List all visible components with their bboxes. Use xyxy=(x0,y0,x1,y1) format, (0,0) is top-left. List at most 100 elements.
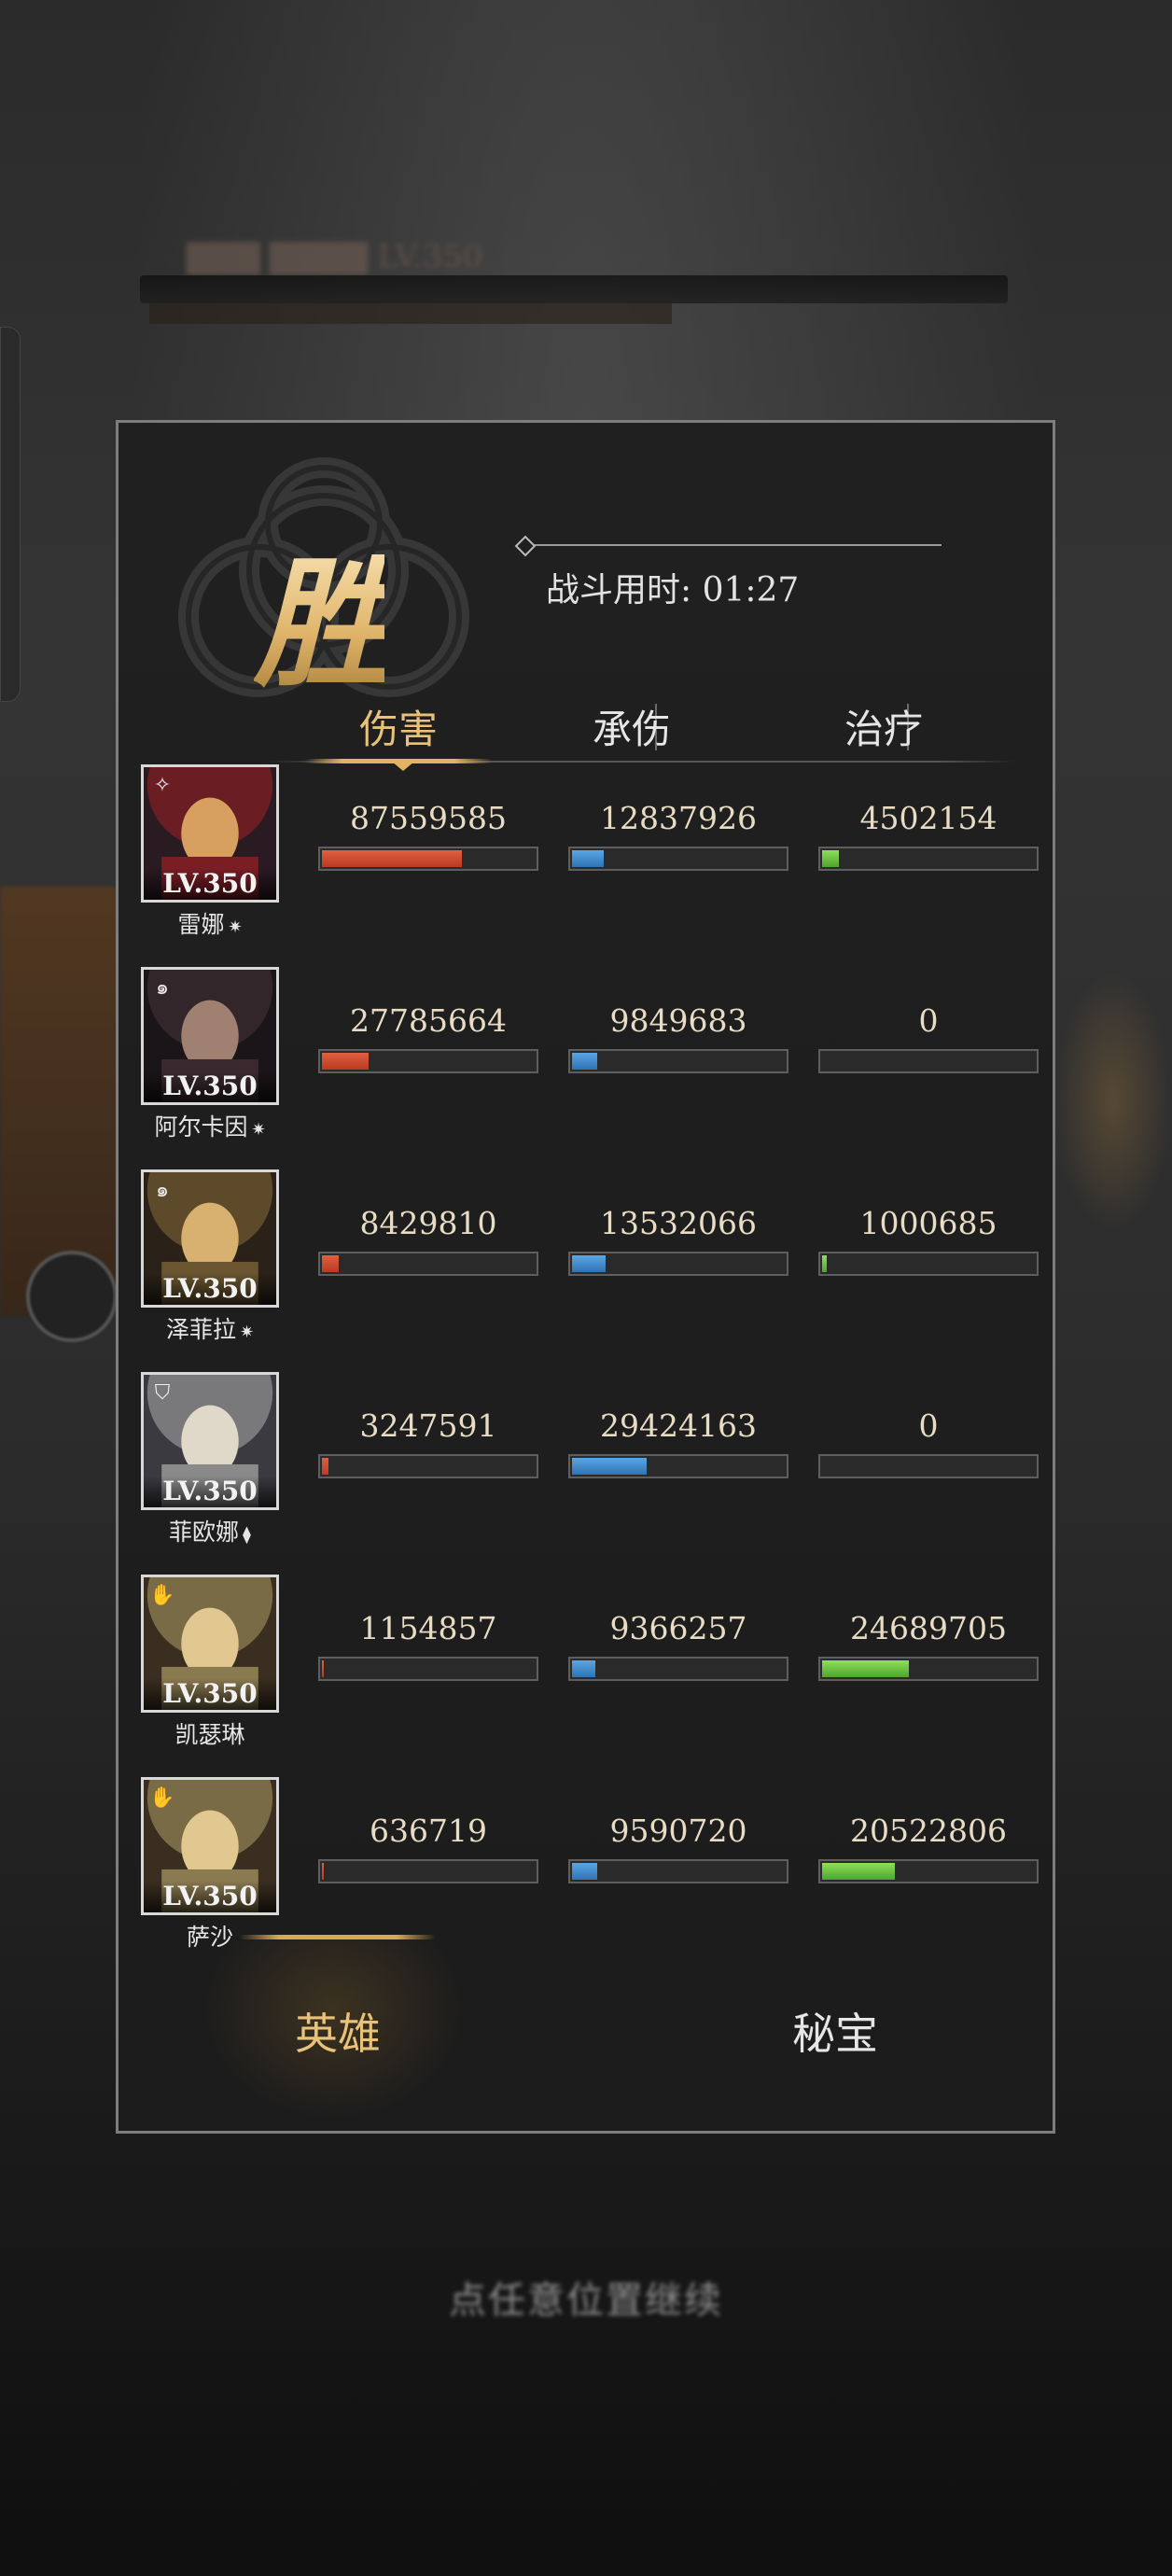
stat-bar-fill xyxy=(322,1863,325,1880)
stat-value: 0 xyxy=(918,1002,939,1039)
hero-name: 泽菲拉 ✷ xyxy=(132,1311,288,1345)
hero-name: 凯瑟琳 xyxy=(132,1716,288,1750)
stat-bar-fill xyxy=(322,1458,328,1475)
star-icon: ✷ xyxy=(228,917,243,937)
stat-bar xyxy=(568,1859,788,1883)
stat-bar xyxy=(818,1859,1039,1883)
stat-damage: 636719 xyxy=(318,1813,538,1883)
hero-name: 雷娜 ✷ xyxy=(132,906,288,940)
stat-bar-fill xyxy=(822,1255,827,1272)
swirl-icon: ๑ xyxy=(156,976,169,1000)
hero-name-text: 泽菲拉 xyxy=(165,1316,236,1343)
stat-bar-fill xyxy=(572,1660,596,1677)
hero-portrait[interactable]: ⛉ LV.350 xyxy=(141,1372,279,1510)
battle-time: 战斗用时: 01:27 xyxy=(546,571,800,609)
hero-portrait[interactable]: ✋ LV.350 xyxy=(141,1575,279,1713)
hero-portrait[interactable]: ๑ LV.350 xyxy=(141,1169,279,1308)
hero-row: ๑ LV.350 阿尔卡因 ✷ 27785664 9849683 0 xyxy=(141,967,1039,1163)
hero-level: LV.350 xyxy=(144,1678,276,1710)
stat-bar-fill xyxy=(322,1660,325,1677)
stat-damage-taken: 9366257 xyxy=(568,1610,788,1681)
stat-damage: 87559585 xyxy=(318,800,538,871)
stat-value: 8429810 xyxy=(359,1205,497,1241)
hero-name-text: 雷娜 xyxy=(177,911,225,938)
stat-value: 9366257 xyxy=(609,1610,747,1646)
stat-tabs: 伤害 承伤 治疗 xyxy=(268,698,1014,771)
stat-value: 29424163 xyxy=(600,1407,757,1444)
stat-value: 0 xyxy=(918,1407,939,1444)
hero-level: LV.350 xyxy=(144,1273,276,1305)
tab-damage[interactable]: 伤害 xyxy=(291,698,506,755)
hero-level: LV.350 xyxy=(144,868,276,900)
stat-damage-taken: 9849683 xyxy=(568,1002,788,1073)
stat-damage: 27785664 xyxy=(318,1002,538,1073)
tab-treasures[interactable]: 秘宝 xyxy=(714,2000,956,2062)
stat-bar xyxy=(568,1657,788,1681)
stat-bar xyxy=(818,1049,1039,1073)
stat-value: 87559585 xyxy=(350,800,507,836)
background-glow xyxy=(1054,971,1172,1232)
stat-healing: 1000685 xyxy=(818,1205,1039,1276)
stat-value: 24689705 xyxy=(850,1610,1007,1646)
stat-value: 1000685 xyxy=(859,1205,998,1241)
hero-name-text: 菲欧娜 xyxy=(169,1519,240,1546)
background-boss-bar-fill xyxy=(149,303,672,324)
stat-bar xyxy=(568,1049,788,1073)
star-icon: ✷ xyxy=(251,1120,266,1140)
tab-damage-taken[interactable]: 承伤 xyxy=(524,698,739,755)
stat-bar xyxy=(318,1454,538,1478)
stat-value: 4502154 xyxy=(859,800,998,836)
hero-name: 菲欧娜 ⧫ xyxy=(132,1514,288,1547)
hero-name: 阿尔卡因 ✷ xyxy=(132,1109,288,1142)
stat-damage: 1154857 xyxy=(318,1610,538,1681)
battle-result-panel: 胜 战斗用时: 01:27 伤害 承伤 治疗 ✧ LV.350 雷娜 ✷ 8755958… xyxy=(116,420,1055,2134)
hero-portrait[interactable]: ๑ LV.350 xyxy=(141,967,279,1105)
stat-bar-fill xyxy=(322,1255,340,1272)
stat-damage-taken: 12837926 xyxy=(568,800,788,871)
stat-bar xyxy=(568,847,788,871)
hand-icon: ✋ xyxy=(149,1584,175,1607)
tab-healing[interactable]: 治疗 xyxy=(776,698,991,755)
hero-row: ๑ LV.350 泽菲拉 ✷ 8429810 13532066 1000685 xyxy=(141,1169,1039,1365)
stat-damage-taken: 29424163 xyxy=(568,1407,788,1478)
background-blurred-text: ▇▇▇ ▇▇▇▇ LV.350 xyxy=(187,238,483,275)
stat-value: 12837926 xyxy=(600,800,757,836)
stat-damage-taken: 13532066 xyxy=(568,1205,788,1276)
hero-row: ✋ LV.350 凯瑟琳 1154857 9366257 24689705 xyxy=(141,1575,1039,1771)
stat-bar xyxy=(568,1252,788,1276)
stat-bar-fill xyxy=(572,1863,598,1880)
stat-bar-fill xyxy=(322,850,463,867)
shield-icon: ⛉ xyxy=(154,1381,171,1405)
stat-bar xyxy=(318,1657,538,1681)
star-icon: ⧫ xyxy=(243,1525,251,1545)
background-stats-icon xyxy=(26,1251,118,1342)
hero-level: LV.350 xyxy=(144,1071,276,1102)
stat-bar xyxy=(818,1657,1039,1681)
hero-portrait[interactable]: ✧ LV.350 xyxy=(141,764,279,903)
stat-value: 9590720 xyxy=(609,1813,747,1849)
stat-bar-fill xyxy=(572,1255,607,1272)
stat-bar-fill xyxy=(572,1053,598,1070)
title-divider xyxy=(522,544,942,546)
stat-healing: 4502154 xyxy=(818,800,1039,871)
stat-bar-fill xyxy=(822,1660,910,1677)
stat-bar-fill xyxy=(572,1458,647,1475)
stat-bar xyxy=(818,1252,1039,1276)
hero-portrait[interactable]: ✋ LV.350 xyxy=(141,1777,279,1915)
hero-level: LV.350 xyxy=(144,1476,276,1507)
stat-healing: 20522806 xyxy=(818,1813,1039,1883)
side-drawer-handle xyxy=(0,327,21,702)
stat-value: 27785664 xyxy=(350,1002,507,1039)
stat-bar xyxy=(818,847,1039,871)
swirl-icon: ๑ xyxy=(156,1179,169,1202)
tap-to-continue-hint[interactable]: 点任意位置继续 xyxy=(0,2270,1172,2324)
tab-heroes[interactable]: 英雄 xyxy=(216,2000,459,2062)
stat-bar xyxy=(318,847,538,871)
stat-bar xyxy=(318,1252,538,1276)
hero-name-text: 凯瑟琳 xyxy=(174,1721,245,1748)
stat-bar-fill xyxy=(572,850,605,867)
stat-healing: 24689705 xyxy=(818,1610,1039,1681)
stat-bar xyxy=(318,1049,538,1073)
stat-bar xyxy=(318,1859,538,1883)
stat-value: 13532066 xyxy=(600,1205,757,1241)
